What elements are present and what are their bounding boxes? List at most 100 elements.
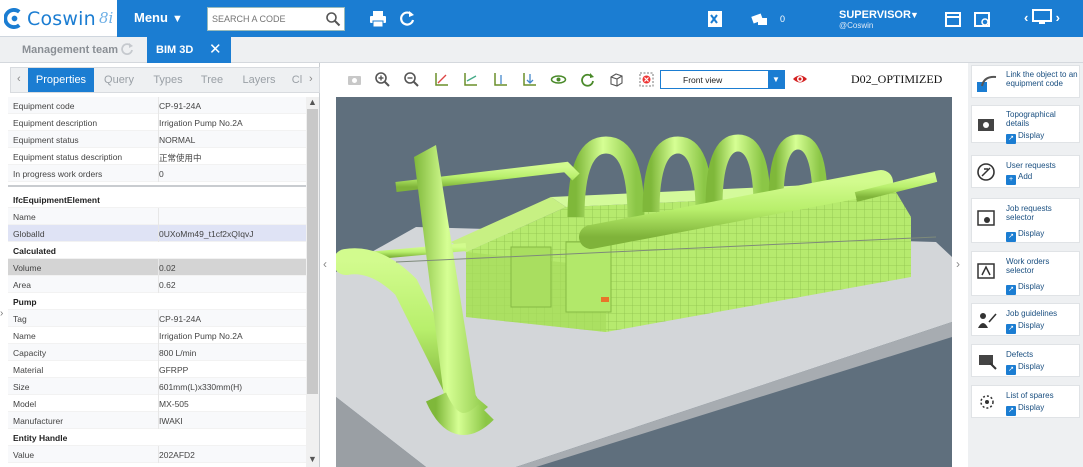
- zoom-out-icon[interactable]: [403, 71, 420, 88]
- chevron-left-icon[interactable]: ‹: [1024, 10, 1028, 25]
- property-row[interactable]: Name: [8, 208, 306, 225]
- property-value: 0UXoMm49_t1cf2xQIqvJ: [159, 229, 254, 239]
- add-button[interactable]: + Add: [1006, 172, 1032, 185]
- display-button[interactable]: ↗ Display: [1006, 131, 1044, 144]
- property-row[interactable]: Volume 0.02: [8, 259, 306, 276]
- property-value: 正常使用中: [159, 153, 202, 163]
- display-button[interactable]: ↗ Display: [1006, 321, 1044, 334]
- property-key: Area: [13, 280, 31, 290]
- property-list: Equipment code CP-91-24A Equipment descri…: [8, 97, 306, 467]
- cube-icon[interactable]: [608, 71, 625, 88]
- bim-3d-viewport[interactable]: [336, 97, 952, 467]
- display-button[interactable]: ↗ Display: [1006, 403, 1044, 416]
- search-icon[interactable]: [325, 11, 341, 27]
- property-row[interactable]: Name Irrigation Pump No.2A: [8, 327, 306, 344]
- property-key: Material: [13, 365, 44, 375]
- orbit-icon[interactable]: [550, 71, 567, 88]
- user-name[interactable]: SUPERVISOR: [839, 9, 911, 21]
- property-row[interactable]: Capacity 800 L/min: [8, 344, 306, 361]
- chevron-left-icon[interactable]: ‹: [17, 73, 21, 85]
- action-work-orders[interactable]: Work orders selector ↗ Display: [971, 251, 1080, 296]
- clear-selection-icon[interactable]: [638, 71, 655, 88]
- property-row[interactable]: Model MX-505: [8, 395, 306, 412]
- notification-count: 0: [780, 14, 786, 24]
- property-value: 0.62: [159, 280, 176, 290]
- chevron-down-icon[interactable]: ▼: [910, 10, 919, 20]
- chevron-right-icon[interactable]: ›: [1056, 10, 1060, 25]
- rotate-icon[interactable]: [579, 71, 596, 88]
- action-topographical[interactable]: Topographical details ↗ Display: [971, 105, 1080, 144]
- top-bar: Coswin 8i Menu▼ 0 SUPERVISOR ▼ @Coswin ‹…: [0, 0, 1083, 37]
- close-icon[interactable]: ✕: [209, 40, 222, 58]
- scrollbar-thumb[interactable]: [307, 109, 318, 394]
- collapse-right-icon[interactable]: ›: [956, 257, 960, 271]
- tab-layers[interactable]: Layers: [232, 68, 286, 92]
- action-link-object[interactable]: Link the object to an equipment code: [971, 65, 1080, 98]
- property-scrollbar[interactable]: ▲ ▼: [306, 97, 319, 467]
- property-row[interactable]: Area 0.62: [8, 276, 306, 293]
- refresh-icon[interactable]: [397, 9, 417, 29]
- zoom-in-icon[interactable]: [374, 71, 391, 88]
- work-orders-icon: [977, 263, 995, 279]
- topographical-icon: [978, 119, 994, 131]
- action-user-requests[interactable]: User requests + Add: [971, 155, 1080, 188]
- collapse-left-icon[interactable]: ‹: [323, 257, 327, 271]
- tab-properties[interactable]: Properties: [28, 68, 94, 92]
- property-row: Equipment status NORMAL: [8, 131, 306, 148]
- search-box[interactable]: [207, 7, 345, 31]
- display-button[interactable]: ↗ Display: [1006, 282, 1044, 295]
- section-header: Entity Handle: [8, 429, 306, 446]
- camera-icon[interactable]: [346, 71, 363, 88]
- chevron-right-icon[interactable]: ›: [309, 73, 313, 85]
- tab-bim-3d[interactable]: BIM 3D ✕: [147, 37, 231, 63]
- property-row[interactable]: Material GFRPP: [8, 361, 306, 378]
- print-icon[interactable]: [368, 9, 388, 29]
- action-list-of-spares[interactable]: List of spares ↗ Display: [971, 385, 1080, 418]
- tab-classes[interactable]: Cl: [286, 68, 308, 92]
- chevron-up-icon[interactable]: ▲: [308, 97, 317, 107]
- property-value: NORMAL: [159, 135, 196, 145]
- tab-management-team[interactable]: Management team: [22, 44, 118, 56]
- menu-button[interactable]: Menu ▼: [134, 10, 183, 25]
- action-job-requests[interactable]: Job requests selector ↗ Display: [971, 198, 1080, 243]
- search-input[interactable]: [208, 8, 318, 30]
- property-row[interactable]: Size 601mm(L)x330mm(H): [8, 378, 306, 395]
- tab-types[interactable]: Types: [144, 68, 192, 92]
- tab-refresh-icon[interactable]: [120, 42, 134, 56]
- tab-tree[interactable]: Tree: [192, 68, 232, 92]
- action-defects[interactable]: Defects ↗ Display: [971, 344, 1080, 377]
- view-select[interactable]: Front view ▼: [660, 70, 785, 89]
- tab-query[interactable]: Query: [94, 68, 144, 92]
- job-guidelines-icon: [978, 313, 997, 328]
- property-row[interactable]: Tag CP-91-24A: [8, 310, 306, 327]
- axis-down-icon[interactable]: [521, 71, 538, 88]
- display-button[interactable]: ↗ Display: [1006, 229, 1044, 242]
- chevron-down-icon[interactable]: ▼: [308, 454, 317, 464]
- property-key: Value: [13, 450, 35, 460]
- chevron-right-icon[interactable]: ›: [0, 308, 8, 322]
- axis-xy-icon[interactable]: [433, 71, 450, 88]
- action-title: Work orders selector: [1006, 257, 1050, 275]
- section-header: IfcEquipmentElement: [8, 191, 306, 208]
- property-row-selected[interactable]: GlobalId 0UXoMm49_t1cf2xQIqvJ: [8, 225, 306, 242]
- eye-icon[interactable]: [792, 72, 808, 86]
- action-job-guidelines[interactable]: Job guidelines ↗ Display: [971, 303, 1080, 336]
- calendar-refresh-icon[interactable]: [972, 9, 992, 29]
- property-row[interactable]: Manufacturer IWAKI: [8, 412, 306, 429]
- axis-yz-icon[interactable]: [492, 71, 509, 88]
- axis-xz-icon[interactable]: [462, 71, 479, 88]
- property-row[interactable]: Value 202AFD2: [8, 446, 306, 463]
- display-button[interactable]: ↗ Display: [1006, 362, 1044, 375]
- tabs-row: Management team BIM 3D ✕: [0, 37, 1083, 63]
- excel-export-icon[interactable]: [705, 9, 725, 29]
- notepad-icon[interactable]: [943, 9, 963, 29]
- property-key: Size: [13, 382, 30, 392]
- property-row: Equipment description Irrigation Pump No.…: [8, 114, 306, 131]
- screen-navigation[interactable]: ‹ ›: [1024, 9, 1060, 25]
- dropdown-arrow-icon[interactable]: ▼: [768, 71, 784, 88]
- property-key: Tag: [13, 314, 27, 324]
- action-title: Job requests selector: [1006, 204, 1052, 222]
- notifications-icon[interactable]: [750, 9, 770, 29]
- property-subtabs: ‹ Properties Query Types Tree Layers Cl …: [10, 67, 320, 93]
- logo[interactable]: Coswin 8i: [0, 0, 117, 37]
